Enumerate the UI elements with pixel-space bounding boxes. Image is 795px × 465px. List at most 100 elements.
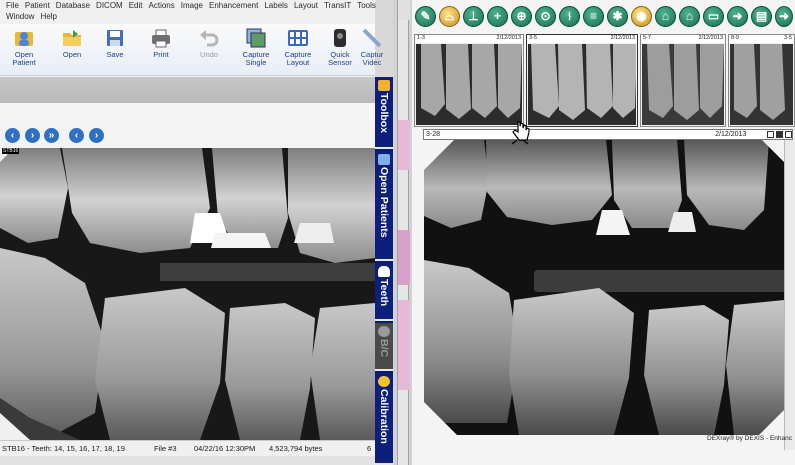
export-icon[interactable]: ➜ bbox=[727, 6, 748, 27]
menu-transit[interactable]: TransIT bbox=[321, 1, 354, 10]
tab-label: Teeth bbox=[378, 279, 390, 307]
open-patient-icon bbox=[13, 27, 35, 49]
patients-icon bbox=[378, 154, 390, 165]
crosshair-icon[interactable]: + bbox=[487, 6, 508, 27]
folder-icon bbox=[61, 27, 83, 49]
menu-tools[interactable]: Tools bbox=[354, 1, 379, 10]
tab-label: Calibration bbox=[378, 389, 390, 444]
capture-video-button[interactable]: Captur Videc bbox=[357, 27, 387, 67]
zoom-icon[interactable]: ⊙ bbox=[535, 6, 556, 27]
brightness-icon[interactable]: ✱ bbox=[607, 6, 628, 27]
image-strip-band bbox=[0, 77, 375, 103]
menu-actions[interactable]: Actions bbox=[146, 1, 178, 10]
partial-window-strip bbox=[397, 0, 410, 465]
last-image-icon[interactable]: » bbox=[44, 128, 59, 143]
menu-patient[interactable]: Patient bbox=[22, 1, 53, 10]
video-icon bbox=[361, 27, 383, 49]
menu-database[interactable]: Database bbox=[53, 1, 93, 10]
measure-icon[interactable]: ⫮ bbox=[559, 6, 580, 27]
pin-icon[interactable] bbox=[776, 131, 784, 138]
print-icon[interactable]: ▤ bbox=[751, 6, 772, 27]
previous-icon[interactable]: ‹ bbox=[69, 128, 84, 143]
save-button[interactable]: Save bbox=[93, 27, 137, 59]
open-patient-button[interactable]: Open Patient bbox=[2, 27, 46, 67]
folder-open-icon[interactable]: ▭ bbox=[703, 6, 724, 27]
ribbon-label: Print bbox=[153, 50, 169, 59]
calibration-icon bbox=[378, 376, 390, 387]
tab-toolbox[interactable]: Toolbox bbox=[375, 77, 393, 149]
pen-icon[interactable]: ✎ bbox=[415, 6, 436, 27]
right-toolbar: ✎ ⌓ ⊥ + ⊕ ⊙ ⫮ ≡ ✱ ◉ ⌂ ⌂ ▭ ➜ ▤ ➜ bbox=[412, 4, 795, 31]
home-icon[interactable]: ⌂ bbox=[679, 6, 700, 27]
tab-label: Toolbox bbox=[378, 93, 390, 134]
quick-sensor-button[interactable]: Quick Sensor bbox=[318, 27, 362, 67]
menu-edit[interactable]: Edit bbox=[126, 1, 146, 10]
tooth-outline-icon[interactable]: ⌂ bbox=[655, 6, 676, 27]
horizontal-scrollbar[interactable] bbox=[0, 456, 375, 465]
capture-layout-button[interactable]: Capture Layout bbox=[276, 27, 320, 67]
forward-icon[interactable]: › bbox=[89, 128, 104, 143]
right-app-window: ✎ ⌓ ⊥ + ⊕ ⊙ ⫮ ≡ ✱ ◉ ⌂ ⌂ ▭ ➜ ▤ ➜ 1-3 2/12/… bbox=[412, 0, 795, 465]
menu-row-1: File Patient Database DICOM Edit Actions… bbox=[3, 1, 379, 10]
status-bar: STB16 - Teeth: 14, 15, 16, 17, 18, 19 Fi… bbox=[0, 440, 375, 456]
thumbnail[interactable]: 1-3 2/12/2013 bbox=[414, 34, 524, 127]
menu-window[interactable]: Window bbox=[3, 12, 37, 21]
vertical-scrollbar[interactable] bbox=[784, 140, 795, 450]
next-image-icon[interactable]: › bbox=[25, 128, 40, 143]
restore-icon[interactable] bbox=[767, 131, 775, 138]
image-label: STB16 bbox=[2, 148, 20, 154]
zoom-in-icon[interactable]: ⊕ bbox=[511, 6, 532, 27]
side-tab-panel: Toolbox Open Patients Teeth B/C Calibrat… bbox=[375, 77, 393, 465]
thumbnail[interactable]: 8-9 3-5 bbox=[728, 34, 795, 127]
menu-row-2: Window Help bbox=[3, 12, 60, 21]
status-date: 04/22/16 12:30PM bbox=[194, 444, 256, 453]
menu-dicom[interactable]: DICOM bbox=[93, 1, 126, 10]
thumb-id: 5-7 bbox=[643, 35, 651, 41]
ribbon-label: Layout bbox=[286, 58, 310, 67]
thumbnail[interactable]: 5-7 2/12/2013 bbox=[640, 34, 726, 127]
thumbnail-strip: 1-3 2/12/2013 3-5 2/12/2013 5-7 2/12/2013 8… bbox=[412, 31, 795, 127]
tab-label: B/C bbox=[378, 339, 390, 358]
menu-help[interactable]: Help bbox=[37, 12, 59, 21]
capture-single-icon bbox=[245, 27, 267, 49]
thumb-id: 3-5 bbox=[529, 35, 537, 41]
tab-label: Open Patients bbox=[378, 167, 390, 238]
thumb-id: 8-9 bbox=[731, 35, 739, 41]
undo-button[interactable]: Undo bbox=[187, 27, 231, 59]
print-button[interactable]: Print bbox=[139, 27, 183, 59]
open-button[interactable]: Open bbox=[50, 27, 94, 59]
tab-open-patients[interactable]: Open Patients bbox=[375, 151, 393, 261]
menu-layout[interactable]: Layout bbox=[291, 1, 321, 10]
tab-brightness-contrast[interactable]: B/C bbox=[375, 323, 393, 371]
thumb-date: 2/12/2013 bbox=[496, 35, 521, 41]
ribbon-label: Videc bbox=[362, 58, 382, 67]
main-image-header: 3-28 2/12/2013 bbox=[423, 129, 793, 140]
thumbnail[interactable]: 3-5 2/12/2013 bbox=[526, 34, 638, 127]
logout-icon[interactable]: ➜ bbox=[775, 6, 793, 27]
footer-brand: DEXray® by DEXIS - Enhanc bbox=[707, 435, 792, 442]
print-icon bbox=[150, 27, 172, 49]
ribbon-label: Save bbox=[106, 50, 124, 59]
xray-image-viewer[interactable]: STB16 bbox=[0, 148, 375, 440]
menu-enhancement[interactable]: Enhancement bbox=[206, 1, 261, 10]
close-icon[interactable] bbox=[785, 131, 792, 138]
ribbon-label: Undo bbox=[200, 50, 218, 59]
tooth-icon[interactable]: ⌓ bbox=[439, 6, 460, 27]
status-extra: 6 bbox=[367, 444, 372, 453]
list-icon[interactable]: ≡ bbox=[583, 6, 604, 27]
menu-image[interactable]: Image bbox=[178, 1, 206, 10]
brightness-icon bbox=[378, 326, 390, 337]
thumb-date: 2/12/2013 bbox=[698, 35, 723, 41]
capture-single-button[interactable]: Capture Single bbox=[234, 27, 278, 67]
left-app-window: File Patient Database DICOM Edit Actions… bbox=[0, 0, 383, 465]
menu-file[interactable]: File bbox=[3, 1, 22, 10]
thumb-date: 3-5 bbox=[784, 35, 792, 41]
stamp-icon[interactable]: ⊥ bbox=[463, 6, 484, 27]
tab-teeth[interactable]: Teeth bbox=[375, 263, 393, 321]
sharpen-icon[interactable]: ◉ bbox=[631, 6, 652, 27]
first-image-icon[interactable]: ‹ bbox=[5, 128, 20, 143]
tab-calibration[interactable]: Calibration bbox=[375, 373, 393, 465]
main-xray-viewer[interactable] bbox=[424, 140, 792, 435]
status-size: 4,523,794 bytes bbox=[269, 444, 323, 453]
menu-labels[interactable]: Labels bbox=[261, 1, 291, 10]
